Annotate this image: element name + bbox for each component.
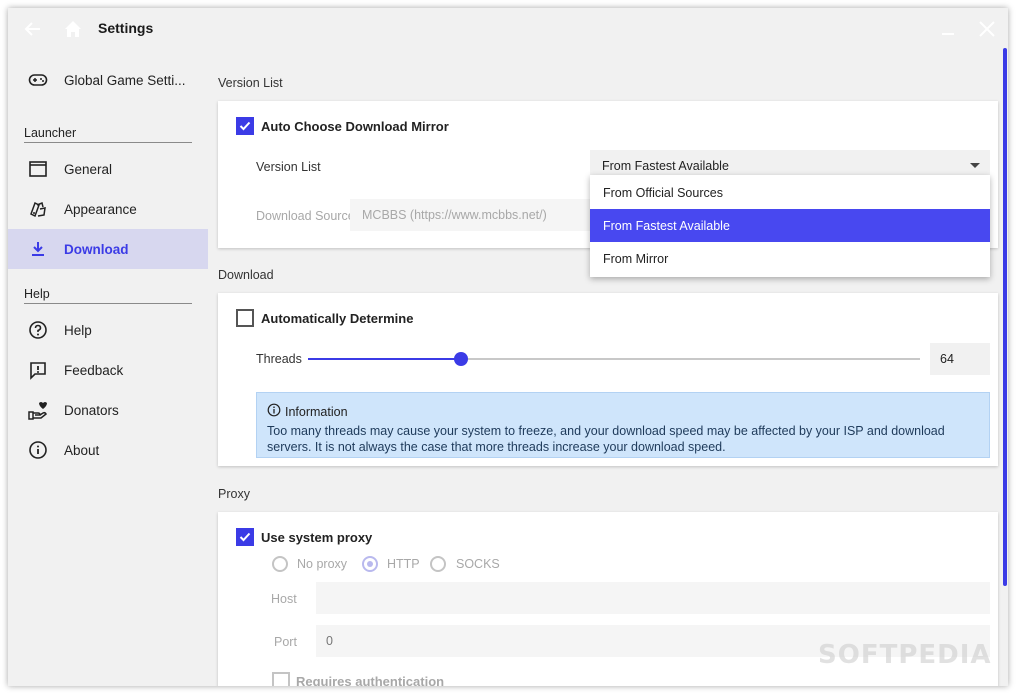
version-list-dropdown: From Official Sources From Fastest Avail… — [590, 175, 990, 277]
window-icon — [28, 159, 48, 179]
sidebar-item-global-game-settings[interactable]: Global Game Setti... — [8, 60, 208, 100]
sidebar-item-label: Feedback — [64, 362, 124, 378]
sidebar-item-appearance[interactable]: Appearance — [8, 189, 208, 229]
download-card: Automatically Determine Threads 64 Infor… — [218, 293, 998, 466]
dropdown-option-mirror[interactable]: From Mirror — [590, 242, 990, 275]
sidebar-item-about[interactable]: About — [8, 430, 208, 470]
settings-window: Settings Global Game Setti... Launcher G… — [8, 8, 1008, 686]
threads-label: Threads — [256, 352, 302, 366]
back-arrow-icon[interactable] — [22, 18, 44, 40]
title-bar: Settings — [8, 8, 1008, 50]
sidebar-item-label: Donators — [64, 402, 119, 418]
watermark-logo: SOFTPEDIA — [818, 640, 992, 670]
info-icon — [28, 440, 48, 460]
close-icon[interactable] — [976, 18, 998, 40]
dropdown-option-fastest[interactable]: From Fastest Available — [590, 209, 990, 242]
vertical-scrollbar[interactable] — [1003, 48, 1007, 586]
sidebar-item-label: Download — [64, 241, 129, 257]
threads-value: 64 — [940, 352, 954, 366]
settings-content: Version List Auto Choose Download Mirror… — [218, 50, 998, 686]
donate-icon — [28, 400, 48, 420]
port-value: 0 — [326, 634, 333, 648]
section-title-download: Download — [218, 268, 274, 282]
section-title-version-list: Version List — [218, 76, 283, 90]
auth-checkbox[interactable] — [272, 672, 290, 686]
download-icon — [28, 239, 48, 259]
auto-mirror-label: Auto Choose Download Mirror — [261, 119, 449, 134]
sidebar-item-general[interactable]: General — [8, 149, 208, 189]
dropdown-option-official[interactable]: From Official Sources — [590, 176, 990, 209]
home-icon[interactable] — [62, 18, 84, 40]
auto-threads-label: Automatically Determine — [261, 311, 414, 326]
threads-slider-thumb[interactable] — [454, 352, 468, 366]
download-source-label: Download Source — [256, 209, 355, 223]
gamepad-icon — [28, 70, 48, 90]
sidebar-item-label: Appearance — [64, 201, 137, 217]
host-label: Host — [271, 592, 297, 606]
feedback-icon — [28, 360, 48, 380]
radio-no-proxy[interactable] — [272, 556, 288, 572]
info-body: Too many threads may cause your system t… — [267, 424, 945, 454]
chevron-down-icon — [970, 163, 980, 168]
auto-threads-checkbox[interactable] — [236, 309, 254, 327]
window-title: Settings — [98, 20, 154, 36]
sidebar-item-label: Global Game Setti... — [64, 72, 186, 88]
info-circle-icon — [267, 403, 281, 420]
sidebar-section-help: Help — [24, 287, 192, 304]
palette-icon — [28, 199, 48, 219]
system-proxy-checkbox[interactable] — [236, 528, 254, 546]
threads-slider-fill — [308, 358, 461, 360]
version-list-label: Version List — [256, 160, 321, 174]
section-title-proxy: Proxy — [218, 487, 250, 501]
port-label: Port — [274, 635, 297, 649]
auto-mirror-checkbox[interactable] — [236, 117, 254, 135]
version-list-value: From Fastest Available — [602, 159, 729, 173]
radio-no-proxy-label: No proxy — [297, 557, 348, 571]
system-proxy-label: Use system proxy — [261, 530, 373, 545]
sidebar-item-label: General — [64, 161, 113, 177]
sidebar-item-label: Help — [64, 322, 92, 338]
question-icon — [28, 320, 48, 340]
threads-info-box: Information Too many threads may cause y… — [256, 392, 990, 458]
minimize-icon[interactable] — [938, 20, 958, 40]
sidebar-item-download[interactable]: Download — [8, 229, 208, 269]
sidebar-item-donators[interactable]: Donators — [8, 390, 208, 430]
sidebar: Global Game Setti... Launcher General Ap… — [8, 50, 208, 686]
radio-socks[interactable] — [430, 556, 446, 572]
radio-socks-label: SOCKS — [456, 557, 500, 571]
sidebar-item-feedback[interactable]: Feedback — [8, 350, 208, 390]
radio-http-label: HTTP — [387, 557, 420, 571]
info-header: Information — [267, 403, 348, 420]
info-title: Information — [285, 404, 348, 419]
sidebar-section-launcher: Launcher — [24, 126, 192, 143]
threads-input[interactable]: 64 — [930, 343, 990, 375]
host-input[interactable] — [316, 582, 990, 614]
auth-label: Requires authentication — [296, 674, 445, 686]
sidebar-item-help[interactable]: Help — [8, 310, 208, 350]
download-source-value: MCBBS (https://www.mcbbs.net/) — [362, 208, 547, 222]
sidebar-item-label: About — [64, 442, 100, 458]
radio-http[interactable] — [362, 556, 378, 572]
